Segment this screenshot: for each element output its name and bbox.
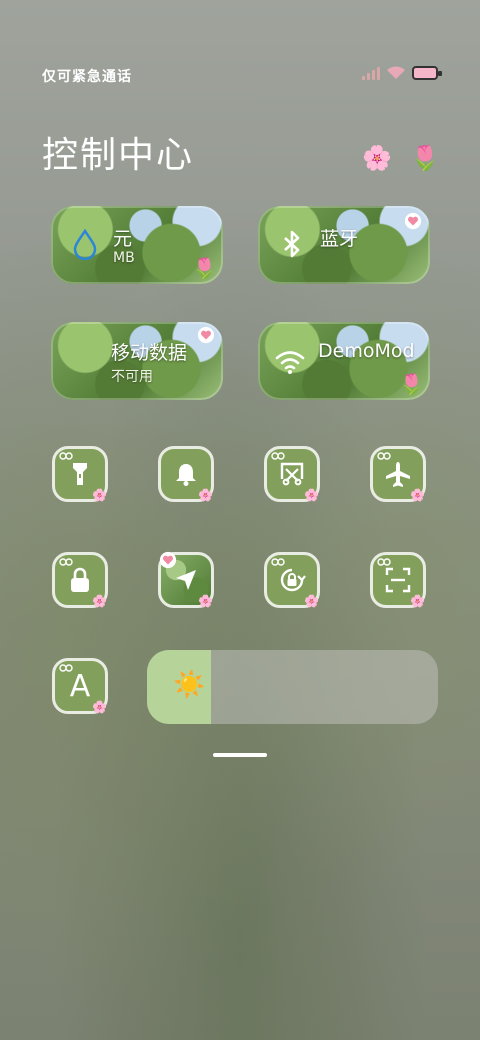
flashlight-icon	[73, 463, 87, 485]
cherry-blossom-icon: 🌸	[410, 488, 425, 502]
tulip-icon: 🌷	[410, 144, 440, 172]
bluetooth-label: 蓝牙	[320, 228, 359, 250]
mobile-data-label: 移动数据	[111, 342, 188, 364]
rotation-lock-toggle[interactable]: 🌸	[264, 552, 320, 608]
screen-cast-toggle[interactable]: 🌸	[264, 446, 320, 502]
cherry-blossom-icon: 🌸	[362, 144, 392, 172]
screen-cast-icon	[280, 462, 304, 486]
tulip-icon: 🌷	[399, 372, 424, 396]
mobile-data-status: 不可用	[111, 369, 153, 385]
heart-icon	[404, 212, 422, 230]
cherry-blossom-icon: 🌸	[304, 488, 319, 502]
sun-icon: ☀️	[173, 670, 206, 700]
cherry-blossom-icon: 🌸	[304, 594, 319, 608]
bluetooth-icon	[284, 230, 300, 258]
brightness-slider[interactable]: ☀️	[147, 650, 438, 724]
wifi-network-name: DemoMod	[318, 340, 415, 362]
airplane-icon	[386, 462, 410, 487]
bell-icon	[176, 464, 196, 486]
data-usage-sub: MB	[113, 250, 135, 266]
water-drop-icon	[73, 228, 97, 260]
cherry-blossom-icon: 🌸	[410, 594, 425, 608]
rotation-lock-icon	[280, 568, 306, 592]
airplane-mode-toggle[interactable]: 🌸	[370, 446, 426, 502]
battery-icon	[412, 66, 442, 80]
wifi-card[interactable]: DemoMod 🌷	[258, 322, 430, 400]
font-size-toggle[interactable]: A 🌸	[52, 658, 108, 714]
wifi-status-icon	[387, 66, 405, 79]
location-icon	[176, 570, 196, 590]
lock-icon	[71, 567, 89, 592]
cherry-blossom-icon: 🌸	[92, 488, 107, 502]
bluetooth-card[interactable]: 蓝牙	[258, 206, 430, 284]
signal-icon	[362, 66, 380, 80]
flashlight-toggle[interactable]: 🌸	[52, 446, 108, 502]
tulip-icon: 🌷	[192, 256, 217, 280]
heart-icon	[197, 326, 215, 344]
cherry-blossom-icon: 🌸	[92, 700, 107, 714]
status-carrier-text: 仅可紧急通话	[42, 69, 132, 85]
scanner-toggle[interactable]: 🌸	[370, 552, 426, 608]
home-handle[interactable]	[213, 753, 267, 757]
cherry-blossom-icon: 🌸	[198, 488, 213, 502]
lock-screen-toggle[interactable]: 🌸	[52, 552, 108, 608]
data-usage-label: 元	[113, 228, 133, 250]
data-usage-card[interactable]: 元 MB 🌷	[51, 206, 223, 284]
sound-toggle[interactable]: 🌸	[158, 446, 214, 502]
location-toggle[interactable]: 🌸	[158, 551, 214, 608]
cherry-blossom-icon: 🌸	[92, 594, 107, 608]
mobile-data-card[interactable]: 移动数据 不可用	[51, 322, 223, 400]
scan-icon	[385, 567, 411, 593]
wifi-icon	[275, 351, 305, 374]
status-icons	[362, 66, 442, 80]
page-title: 控制中心	[42, 135, 195, 176]
cherry-blossom-icon: 🌸	[198, 594, 213, 608]
